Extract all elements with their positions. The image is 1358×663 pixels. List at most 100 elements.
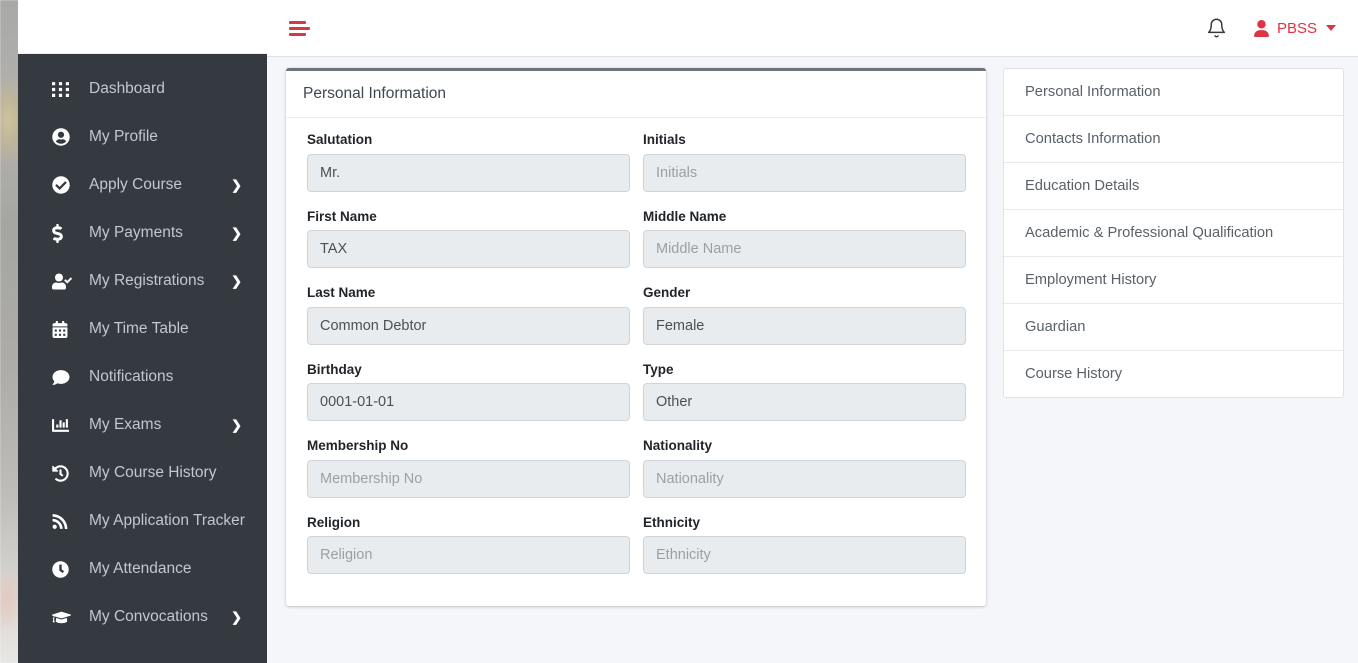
section-link-personal-information[interactable]: Personal Information [1004,69,1343,116]
chevron-right-icon: ❯ [231,609,242,625]
section-link-contacts-information[interactable]: Contacts Information [1004,116,1343,163]
form-label: Middle Name [643,208,727,224]
sidebar-item-my-registrations[interactable]: My Registrations ❯ [18,257,267,305]
rss-icon [52,513,78,530]
calendar-icon [52,320,78,338]
form-group-nationality: Nationality [643,437,966,498]
form-label: Initials [643,132,686,147]
form-label: Ethnicity [643,514,701,530]
sidebar-item-my-exams[interactable]: My Exams ❯ [18,401,267,449]
sidebar-item-label: My Convocations [89,608,208,626]
user-icon [1254,19,1269,37]
hamburger-bar [289,20,306,24]
card-title: Personal Information [303,85,447,102]
form-row: Salutation Initials [307,131,966,207]
form-group-type: Type [643,361,966,422]
chevron-right-icon: ❯ [231,225,242,241]
sidebar-item-label: My Payments [89,224,183,242]
form-row: Last Name Gender [307,284,966,360]
section-link-academic-professional-qualification[interactable]: Academic & Professional Qualification [1004,210,1343,257]
sidebar-item-label: My Course History [89,464,217,482]
section-link-employment-history[interactable]: Employment History [1004,257,1343,304]
form-label: Salutation [307,132,373,147]
form-row: Birthday Type [307,361,966,437]
form-row: Religion Ethnicity [307,514,966,590]
user-menu[interactable]: PBSS [1253,19,1336,37]
form-group-ethnicity: Ethnicity [643,514,966,575]
hamburger-bar [289,32,306,36]
sidebar: Dashboard My Profile Apply Course ❯ My Payme… [18,0,267,663]
form-label: Nationality [643,438,713,454]
history-icon [52,464,78,482]
sidebar-nav: Dashboard My Profile Apply Course ❯ My Payme… [18,54,267,641]
form-label: Last Name [307,285,376,301]
section-link-education-details[interactable]: Education Details [1004,163,1343,210]
bell-icon[interactable] [1206,17,1227,39]
form-row: Membership No Nationality [307,437,966,513]
card-body: Salutation Initials First Name Middle Name L… [286,118,986,606]
salutation-input[interactable] [307,153,630,192]
sidebar-item-label: My Registrations [89,272,205,290]
sidebar-item-my-convocations[interactable]: My Convocations ❯ [18,593,267,641]
caret-down-icon [1326,25,1336,31]
user-name-label: PBSS [1276,19,1317,37]
membership-no-input[interactable] [307,459,630,498]
form-label: First Name [307,208,377,224]
initials-input[interactable] [643,153,966,192]
dollar-icon [52,223,78,243]
sidebar-item-my-course-history[interactable]: My Course History [18,449,267,497]
clock-icon [52,560,78,578]
section-link-guardian[interactable]: Guardian [1004,304,1343,351]
nationality-input[interactable] [643,459,966,498]
sidebar-item-my-profile[interactable]: My Profile [18,113,267,161]
top-navbar: PBSS [267,0,1358,57]
sidebar-item-my-time-table[interactable]: My Time Table [18,305,267,353]
form-group-first-name: First Name [307,208,630,269]
graduation-cap-icon [52,609,78,626]
sidebar-item-apply-course[interactable]: Apply Course ❯ [18,161,267,209]
sidebar-item-label: Notifications [89,368,174,386]
sidebar-item-my-attendance[interactable]: My Attendance [18,545,267,593]
chevron-right-icon: ❯ [231,273,242,289]
main-content: Personal Information Salutation Initials F… [267,57,1358,663]
first-name-input[interactable] [307,230,630,269]
form-group-gender: Gender [643,284,966,345]
sidebar-item-my-payments[interactable]: My Payments ❯ [18,209,267,257]
comment-icon [52,369,78,386]
form-row: First Name Middle Name [307,208,966,284]
form-group-initials: Initials [643,131,966,192]
chevron-right-icon: ❯ [231,417,242,433]
section-link-course-history[interactable]: Course History [1004,351,1343,397]
form-group-last-name: Last Name [307,284,630,345]
gender-input[interactable] [643,306,966,345]
middle-name-input[interactable] [643,230,966,269]
card-header: Personal Information [286,71,986,118]
form-label: Religion [307,514,361,530]
religion-input[interactable] [307,536,630,575]
sidebar-brand-logo[interactable] [18,0,267,54]
sidebar-item-my-application-tracker[interactable]: My Application Tracker [18,497,267,545]
ethnicity-input[interactable] [643,536,966,575]
user-circle-icon [52,128,78,146]
check-circle-icon [52,176,78,194]
sidebar-item-label: My Attendance [89,560,192,578]
last-name-input[interactable] [307,306,630,345]
birthday-input[interactable] [307,383,630,422]
navbar-right-group: PBSS [1206,17,1358,39]
sidebar-item-notifications[interactable]: Notifications [18,353,267,401]
sidebar-item-dashboard[interactable]: Dashboard [18,65,267,113]
personal-information-card: Personal Information Salutation Initials F… [286,68,986,607]
form-label: Membership No [307,438,409,454]
form-label: Gender [643,285,691,301]
form-group-middle-name: Middle Name [643,208,966,269]
type-input[interactable] [643,383,966,422]
form-group-birthday: Birthday [307,361,630,422]
section-nav-list: Personal Information Contacts Information… [1003,68,1344,398]
form-label: Birthday [307,361,362,377]
sidebar-item-label: Dashboard [89,80,165,98]
grid-icon [52,81,78,98]
sidebar-item-label: My Time Table [89,320,189,338]
sidebar-item-label: My Exams [89,416,162,434]
hamburger-icon[interactable] [289,16,313,40]
chart-bar-icon [52,417,78,434]
